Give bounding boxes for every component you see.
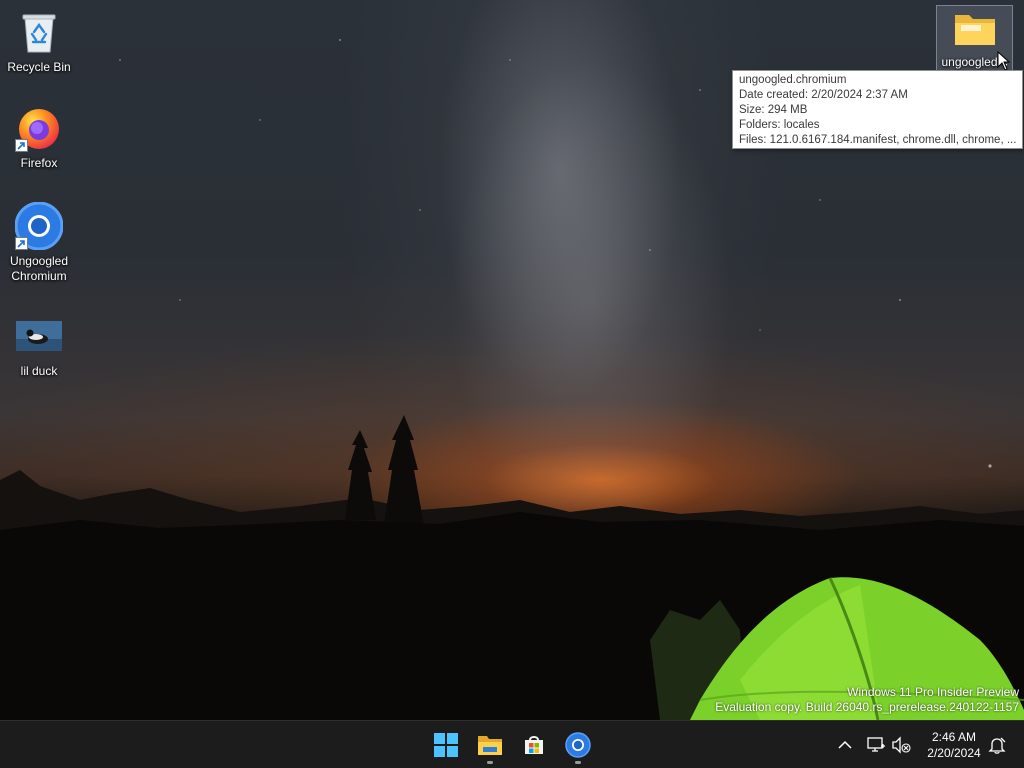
windows-start-icon [434,733,458,757]
notification-bell-icon [988,737,1006,754]
taskbar-file-explorer-button[interactable] [470,725,510,765]
notifications-button[interactable] [985,733,1009,757]
folder-info-tooltip: ungoogled.chromium Date created: 2/20/20… [732,70,1023,149]
desktop-icon-label: Firefox [20,156,58,170]
tooltip-folders: Folders: locales [739,119,820,131]
taskbar-clock[interactable]: 2:46 AM 2/20/2024 [918,729,990,761]
desktop-icon-label: Recycle Bin [7,60,71,74]
chromium-icon [15,202,63,250]
mouse-cursor-icon [997,51,1011,71]
desktop-icon-ungoogled-chromium[interactable]: Ungoogled Chromium [3,202,75,284]
desktop-icon-label: Ungoogled Chromium [9,254,69,283]
show-hidden-icons-button[interactable] [833,733,857,757]
taskbar-chromium-button[interactable] [558,725,598,765]
clock-time: 2:46 AM [931,730,977,744]
image-thumbnail-icon [15,312,63,360]
recycle-bin-icon [15,8,63,56]
shortcut-arrow-icon [15,139,28,152]
taskbar: 2:46 AM 2/20/2024 [0,720,1024,768]
desktop-icon-label: lil duck [20,364,58,378]
watermark-edition: Windows 11 Pro Insider Preview [847,685,1019,699]
tooltip-date-created: Date created: 2/20/2024 2:37 AM [739,89,908,101]
desktop-icon-lil-duck[interactable]: lil duck [3,312,75,379]
shortcut-arrow-icon [15,237,28,250]
network-status-button[interactable] [864,733,888,757]
chromium-icon [565,732,591,758]
taskbar-microsoft-store-button[interactable] [514,725,554,765]
folder-icon [951,6,999,51]
desktop-icon-firefox[interactable]: Firefox [3,104,75,171]
file-explorer-icon [478,736,502,755]
firefox-icon [15,104,63,152]
watermark-build: Evaluation copy. Build 26040.rs_prerelea… [715,700,1019,714]
running-indicator [575,761,581,764]
volume-button[interactable] [889,733,913,757]
windows-build-watermark: Windows 11 Pro Insider Preview Evaluatio… [715,685,1019,715]
microsoft-store-icon [525,736,543,754]
running-indicator [487,761,493,764]
desktop-icon-recycle-bin[interactable]: Recycle Bin [3,8,75,75]
chevron-up-icon [838,740,852,749]
start-button[interactable] [426,725,466,765]
tooltip-files: Files: 121.0.6167.184.manifest, chrome.d… [739,134,1017,146]
network-monitor-icon [867,737,885,752]
clock-date: 2/20/2024 [927,746,981,760]
tooltip-name: ungoogled.chromium [739,74,847,86]
tooltip-size: Size: 294 MB [739,104,808,116]
volume-muted-icon [892,736,911,754]
